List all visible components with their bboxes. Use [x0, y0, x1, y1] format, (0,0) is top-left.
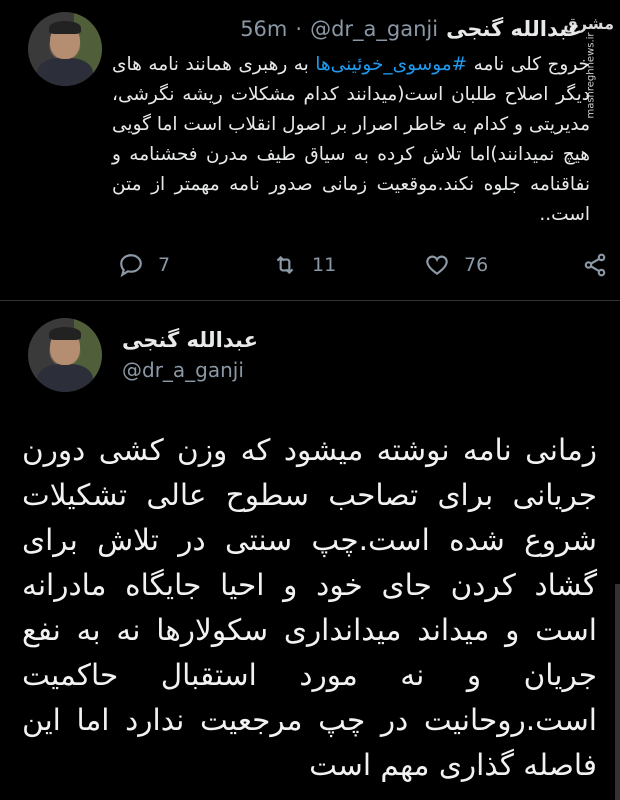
- hashtag-link[interactable]: #موسوی_خوئینی‌ها: [315, 54, 467, 75]
- tweet-text: خروج کلی نامه #موسوی_خوئینی‌ها به رهبری …: [112, 50, 590, 230]
- avatar[interactable]: [28, 318, 102, 392]
- retweet-button[interactable]: 11: [272, 252, 336, 278]
- like-count: 76: [464, 254, 489, 276]
- tweet-time[interactable]: 56m: [240, 17, 287, 41]
- tweet-actions: 7 11 76: [112, 252, 606, 286]
- reply-icon: [120, 254, 142, 278]
- author-name[interactable]: عبدالله گنجی: [122, 328, 258, 352]
- scrollbar[interactable]: [615, 584, 620, 800]
- share-icon: [584, 253, 606, 277]
- like-button[interactable]: 76: [424, 252, 488, 278]
- retweet-count: 11: [312, 254, 337, 276]
- tweet-header: عبدالله گنجی @dr_a_ganji · 56m: [112, 14, 582, 44]
- retweet-icon: [276, 255, 294, 275]
- tweet-quoted[interactable]: عبدالله گنجی @dr_a_ganji · 56m خروج کلی …: [0, 0, 620, 301]
- reply-count: 7: [158, 254, 171, 276]
- share-button[interactable]: [582, 252, 608, 278]
- like-icon: [426, 255, 448, 275]
- author-name[interactable]: عبدالله گنجی: [446, 17, 582, 41]
- avatar[interactable]: [28, 12, 102, 86]
- author-handle[interactable]: @dr_a_ganji: [122, 358, 244, 382]
- reply-button[interactable]: 7: [118, 252, 170, 278]
- separator-dot: ·: [295, 17, 303, 41]
- tweet-text: زمانی نامه نوشته میشود که وزن کشی دورن ج…: [22, 433, 597, 782]
- tweet-text-rest: به رهبری همانند نامه های دیگر اصلاح طلبا…: [112, 54, 590, 225]
- tweet-text-start: خروج کلی نامه: [467, 54, 590, 75]
- author-handle[interactable]: @dr_a_ganji: [310, 17, 438, 41]
